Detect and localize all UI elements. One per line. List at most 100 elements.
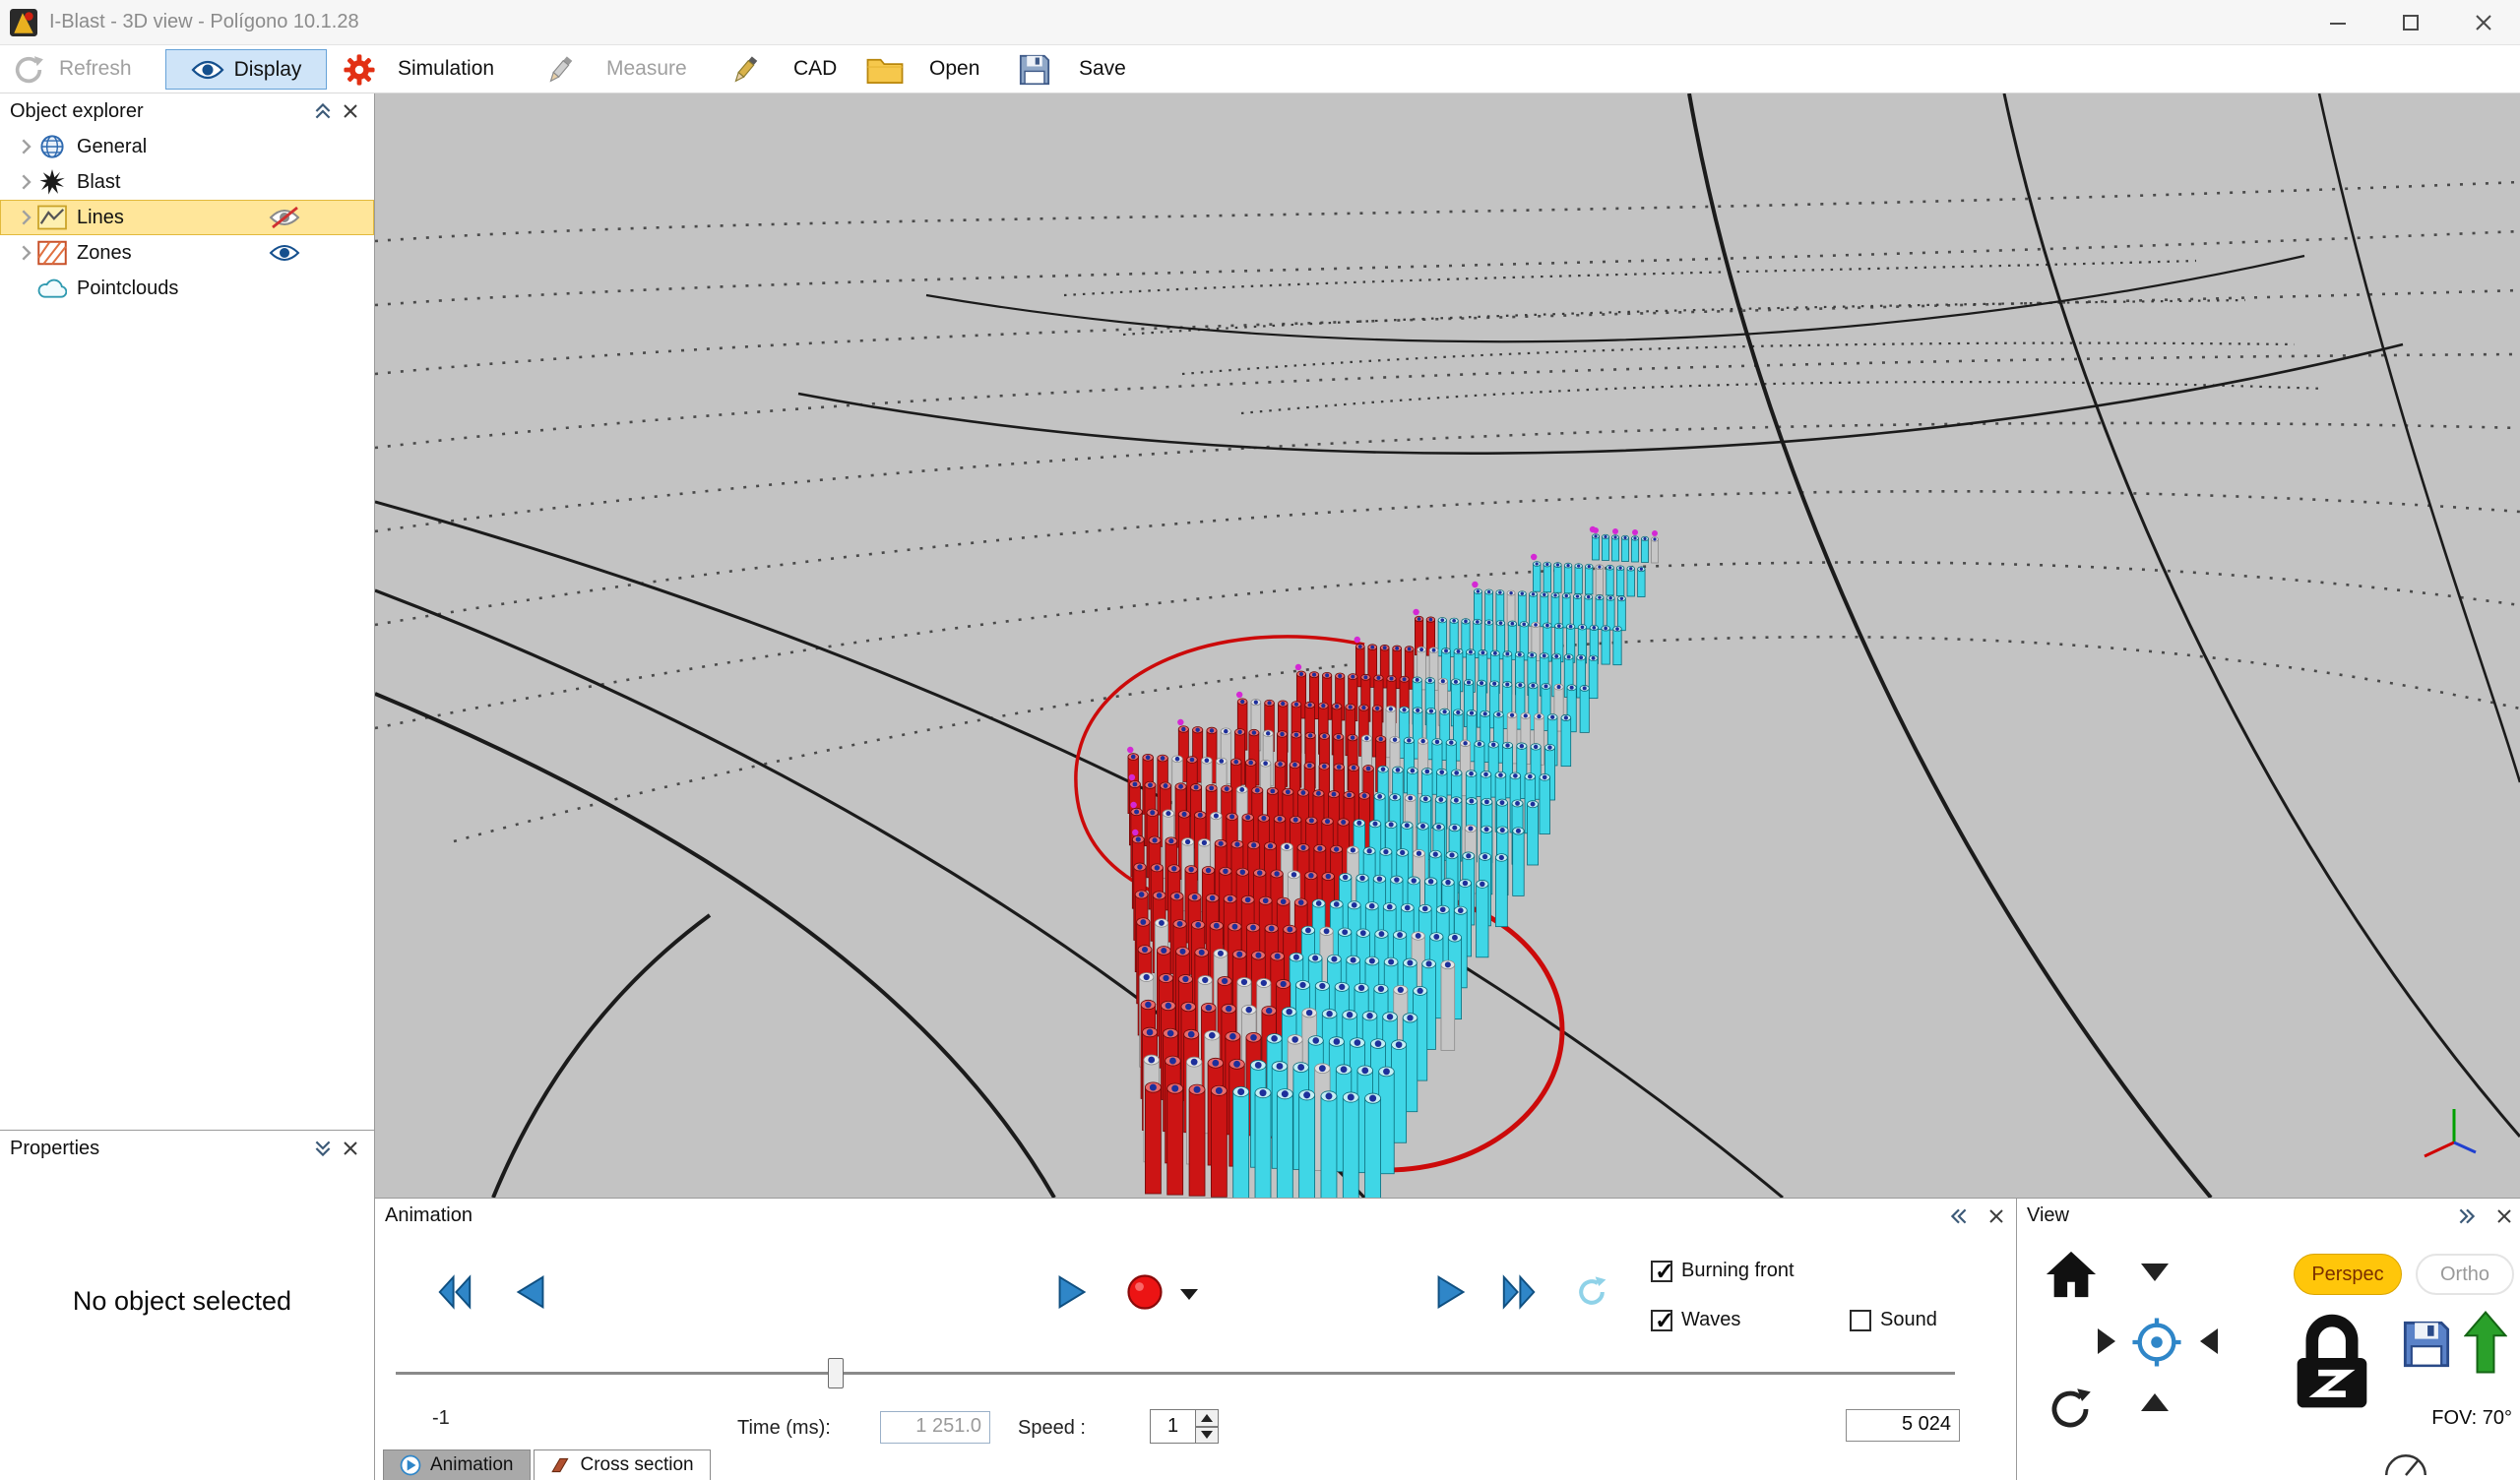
home-view-icon[interactable] xyxy=(2043,1248,2100,1301)
lines-icon xyxy=(37,205,67,230)
step-back-button[interactable] xyxy=(504,1265,557,1319)
refresh-button[interactable]: Refresh xyxy=(59,57,132,81)
step-forward-button[interactable] xyxy=(1424,1265,1478,1319)
record-button[interactable] xyxy=(1116,1265,1173,1319)
save-view-icon[interactable] xyxy=(2401,1319,2452,1370)
window-title: I-Blast - 3D view - Polígono 10.1.28 xyxy=(49,11,359,33)
time-value-field[interactable]: 1 251.0 xyxy=(880,1411,990,1444)
no-object-selected-message: No object selected xyxy=(0,1286,364,1317)
speed-value[interactable]: 1 xyxy=(1150,1409,1195,1444)
close-button[interactable] xyxy=(2447,0,2520,45)
fov-value: FOV: 70° xyxy=(2431,1407,2512,1430)
raise-view-icon[interactable] xyxy=(2464,1307,2507,1378)
measure-pencil-icon[interactable] xyxy=(543,53,577,87)
visibility-off-icon[interactable] xyxy=(268,206,301,229)
tab-label: Animation xyxy=(430,1454,514,1476)
timeline-min-label: -1 xyxy=(432,1407,450,1430)
cross-section-icon xyxy=(550,1454,572,1476)
main-toolbar: Refresh Display Simulation Measure CAD O… xyxy=(0,45,2520,93)
expand-chevron-icon[interactable] xyxy=(14,206,37,229)
collapse-up-icon[interactable] xyxy=(309,98,337,124)
animation-panel: Animation Burning front Waves Sound -1 T… xyxy=(375,1198,2016,1480)
waves-checkbox[interactable]: Waves xyxy=(1651,1309,1740,1331)
fov-dial-icon[interactable] xyxy=(2381,1439,2430,1480)
waves-label: Waves xyxy=(1681,1309,1740,1331)
pan-left-icon[interactable] xyxy=(2200,1328,2218,1354)
tree-item-label: Lines xyxy=(77,207,124,229)
title-bar: I-Blast - 3D view - Polígono 10.1.28 xyxy=(0,0,2520,45)
maximize-button[interactable] xyxy=(2374,0,2447,45)
simulation-button[interactable]: Simulation xyxy=(398,57,494,81)
record-options-dropdown-icon[interactable] xyxy=(1180,1289,1198,1300)
close-panel-icon[interactable] xyxy=(337,98,364,124)
minimize-button[interactable] xyxy=(2301,0,2374,45)
tree-item-lines[interactable]: Lines xyxy=(0,200,374,235)
close-panel-icon[interactable] xyxy=(337,1136,364,1161)
ortho-button[interactable]: Ortho xyxy=(2416,1254,2514,1295)
loop-button[interactable] xyxy=(1565,1265,1618,1319)
timeline-slider-handle[interactable] xyxy=(828,1358,844,1388)
tree-item-label: Blast xyxy=(77,171,120,194)
properties-title: Properties xyxy=(10,1138,99,1160)
tree-item-blast[interactable]: Blast xyxy=(0,164,374,200)
rotate-view-icon[interactable] xyxy=(2047,1386,2094,1433)
sound-checkbox[interactable]: Sound xyxy=(1850,1309,1937,1331)
z-lock-icon[interactable] xyxy=(2290,1311,2374,1415)
expand-chevron-icon[interactable] xyxy=(14,241,37,265)
timeline-track[interactable] xyxy=(396,1372,1955,1375)
globe-icon xyxy=(37,134,67,159)
tree-item-zones[interactable]: Zones xyxy=(0,235,374,271)
expand-chevron-icon[interactable] xyxy=(14,135,37,158)
app-icon xyxy=(10,9,37,36)
animation-title: Animation xyxy=(385,1204,472,1227)
object-explorer-panel: Object explorer General Blast Lines Zone… xyxy=(0,93,375,1130)
cad-button[interactable]: CAD xyxy=(793,57,837,81)
expand-chevron-icon[interactable] xyxy=(14,170,37,194)
collapse-right-icon[interactable] xyxy=(2453,1203,2481,1229)
tree-item-label: Pointclouds xyxy=(77,278,178,300)
play-circle-icon xyxy=(400,1454,421,1476)
rewind-button[interactable] xyxy=(428,1265,481,1319)
tab-cross-section[interactable]: Cross section xyxy=(534,1449,711,1480)
save-button[interactable]: Save xyxy=(1079,57,1126,81)
tab-animation[interactable]: Animation xyxy=(383,1449,531,1480)
collapse-left-icon[interactable] xyxy=(1945,1203,1973,1229)
open-button[interactable]: Open xyxy=(929,57,979,81)
speed-down-icon[interactable] xyxy=(1195,1427,1219,1445)
pan-up-icon[interactable] xyxy=(2141,1393,2169,1411)
display-button[interactable]: Display xyxy=(165,49,327,90)
play-button[interactable] xyxy=(1045,1265,1099,1319)
speed-up-icon[interactable] xyxy=(1195,1409,1219,1427)
center-target-icon[interactable] xyxy=(2131,1317,2182,1368)
zones-icon xyxy=(37,240,67,266)
tree-item-label: General xyxy=(77,136,147,158)
speed-label: Speed : xyxy=(1018,1417,1086,1440)
tree-item-general[interactable]: General xyxy=(0,129,374,164)
pan-down-icon[interactable] xyxy=(2141,1264,2169,1281)
tab-label: Cross section xyxy=(581,1454,694,1476)
pointcloud-icon xyxy=(37,276,67,301)
eye-icon xyxy=(191,59,224,81)
speed-stepper[interactable]: 1 xyxy=(1150,1409,1219,1444)
burning-front-checkbox[interactable]: Burning front xyxy=(1651,1260,1795,1282)
fast-forward-button[interactable] xyxy=(1492,1265,1545,1319)
tree-item-pointclouds[interactable]: Pointclouds xyxy=(0,271,374,306)
burning-front-label: Burning front xyxy=(1681,1260,1795,1282)
save-disk-icon[interactable] xyxy=(1018,53,1051,87)
view-panel: View Perspec Ortho FOV: 70° xyxy=(2016,1198,2520,1480)
open-folder-icon[interactable] xyxy=(866,53,904,87)
total-time-field[interactable]: 5 024 xyxy=(1846,1409,1960,1442)
perspective-button[interactable]: Perspec xyxy=(2294,1254,2402,1295)
cad-pencil-icon[interactable] xyxy=(728,53,762,87)
close-panel-icon[interactable] xyxy=(2490,1203,2518,1229)
collapse-down-icon[interactable] xyxy=(309,1136,337,1161)
gear-icon[interactable] xyxy=(343,53,376,87)
close-panel-icon[interactable] xyxy=(1983,1203,2010,1229)
viewport-3d[interactable] xyxy=(375,93,2520,1198)
object-explorer-title: Object explorer xyxy=(10,100,144,123)
measure-button[interactable]: Measure xyxy=(606,57,687,81)
bottom-tabs: Animation Cross section xyxy=(383,1449,711,1480)
visibility-on-icon[interactable] xyxy=(268,241,301,265)
pan-right-icon[interactable] xyxy=(2098,1328,2115,1354)
refresh-icon[interactable] xyxy=(12,53,45,87)
